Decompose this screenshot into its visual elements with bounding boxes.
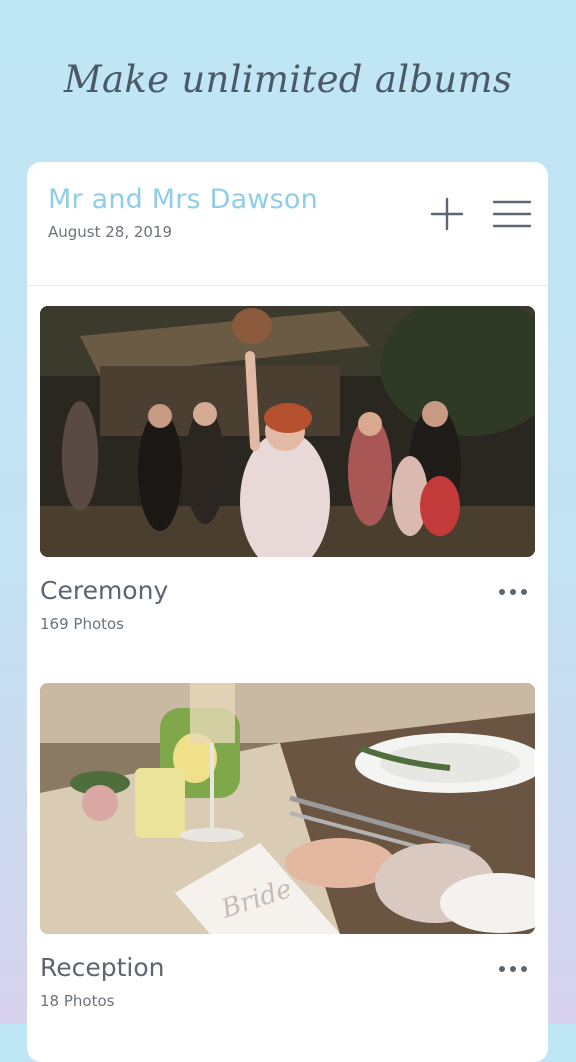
ceremony-photo[interactable] <box>40 306 535 557</box>
more-options-button[interactable] <box>495 959 531 979</box>
more-options-button[interactable] <box>495 582 531 602</box>
photo-count: 18 Photos <box>40 992 115 1010</box>
more-horizontal-icon <box>499 966 527 972</box>
photo-count: 169 Photos <box>40 615 125 633</box>
menu-button[interactable] <box>492 194 532 234</box>
plus-icon <box>430 197 464 231</box>
ceremony-section: Ceremony 169 Photos <box>40 306 535 633</box>
album-date: August 28, 2019 <box>48 223 173 241</box>
reception-section: Bride Reception 18 Photos <box>40 683 535 1010</box>
section-title: Reception <box>40 953 165 982</box>
album-title: Mr and Mrs Dawson <box>48 184 318 215</box>
album-card: Mr and Mrs Dawson August 28, 2019 Ceremo… <box>27 162 548 1062</box>
more-horizontal-icon <box>499 589 527 595</box>
album-header: Mr and Mrs Dawson August 28, 2019 <box>27 162 548 286</box>
hamburger-menu-icon <box>492 200 532 228</box>
section-title: Ceremony <box>40 576 169 605</box>
headline: Make unlimited albums <box>63 58 513 101</box>
reception-photo[interactable]: Bride <box>40 683 535 934</box>
add-button[interactable] <box>427 194 467 234</box>
